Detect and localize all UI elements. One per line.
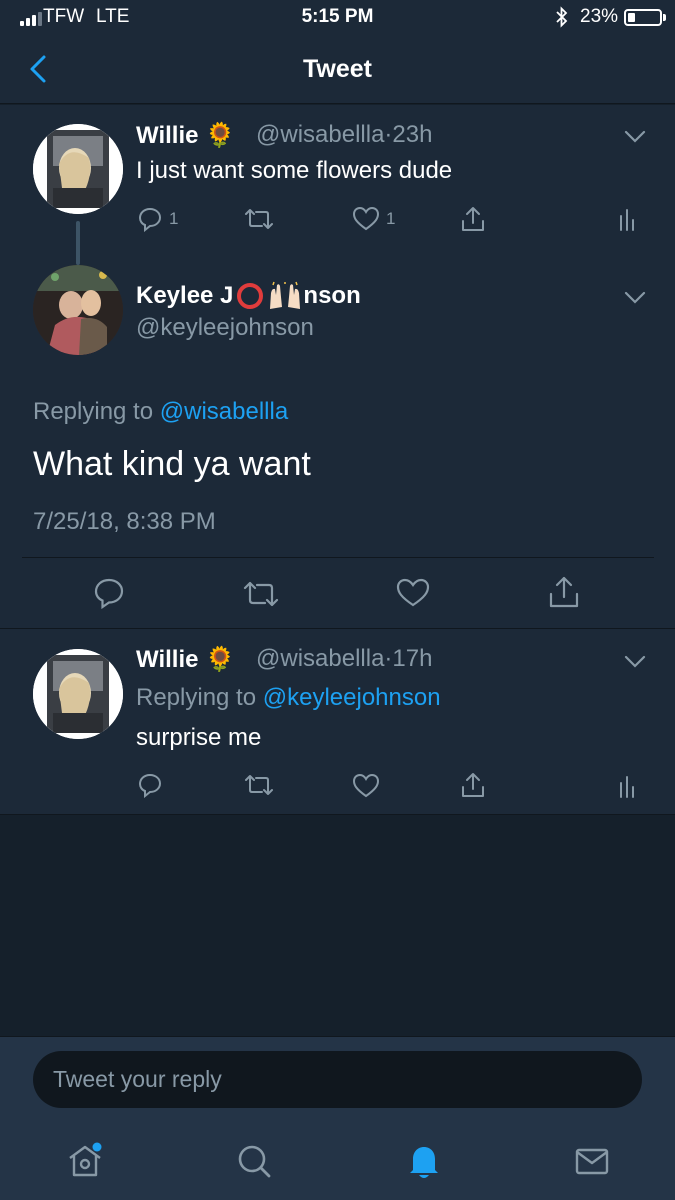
author-name-suffix[interactable]: nson — [303, 282, 360, 310]
analytics-icon[interactable] — [618, 773, 636, 799]
author-handle: @keyleejohnson — [136, 314, 314, 341]
main-tweet-text: What kind ya want — [33, 445, 311, 483]
like-button[interactable]: 1 — [352, 206, 395, 232]
red-circle-emoji — [237, 283, 264, 309]
bluetooth-icon — [556, 6, 568, 28]
retweet-button[interactable] — [244, 206, 274, 232]
thread-line — [76, 221, 80, 265]
home-icon[interactable] — [65, 1141, 105, 1181]
author-name[interactable]: Keylee J nson — [136, 281, 361, 311]
analytics-icon — [620, 209, 634, 231]
like-icon[interactable] — [396, 578, 430, 608]
reply-icon[interactable] — [137, 772, 163, 798]
notifications-icon[interactable] — [404, 1141, 444, 1181]
tweet-text: I just want some flowers dude — [136, 157, 453, 184]
battery-icon — [624, 9, 662, 26]
analytics-button[interactable] — [618, 206, 636, 232]
author-handle: @wisabellla·23h — [256, 121, 432, 149]
author-name[interactable]: Willie 🌻 — [136, 645, 235, 674]
reply-tweet[interactable]: Willie 🌻 @wisabellla·17h Replying to @ke… — [0, 629, 675, 814]
share-button[interactable] — [460, 205, 486, 233]
reply-button[interactable]: 1 — [137, 206, 178, 232]
conversation-card: Willie 🌻 @wisabellla·23h I just want som… — [0, 105, 675, 628]
replying-to: Replying to @wisabellla — [33, 398, 288, 426]
reply-count: 1 — [169, 209, 179, 228]
reply-icon[interactable] — [93, 577, 125, 609]
chevron-down-icon[interactable] — [624, 655, 646, 669]
like-icon[interactable] — [352, 773, 380, 799]
battery-percent: 23% — [580, 6, 619, 27]
status-time: 5:15 PM — [301, 6, 374, 27]
status-bar: TFW LTE 5:15 PM 23% — [0, 0, 675, 36]
retweet-icon[interactable] — [243, 579, 279, 609]
search-icon[interactable] — [234, 1141, 274, 1181]
avatar[interactable] — [33, 265, 123, 355]
sunflower-emoji: 🌻 — [205, 646, 236, 673]
chevron-down-icon[interactable] — [624, 291, 646, 305]
tweet-age: 17h — [392, 645, 433, 672]
tweet-text: surprise me — [136, 724, 262, 751]
share-icon — [462, 207, 484, 231]
retweet-icon — [245, 209, 273, 229]
share-icon[interactable] — [460, 771, 486, 799]
reply-composer — [0, 1036, 675, 1200]
battery-nub — [663, 14, 666, 21]
replying-to-link[interactable]: @keyleejohnson — [263, 684, 441, 711]
raised-hands-emoji — [270, 281, 301, 309]
author-name-prefix[interactable]: Keylee J — [136, 282, 233, 310]
replying-to: Replying to @keyleejohnson — [136, 684, 441, 712]
avatar[interactable] — [33, 649, 123, 739]
divider — [22, 557, 654, 558]
author-name-text[interactable]: Willie — [136, 122, 198, 149]
like-icon — [352, 206, 380, 231]
replying-label: Replying to — [136, 684, 257, 711]
reply-input[interactable] — [33, 1051, 642, 1108]
author-name-text[interactable]: Willie — [136, 646, 198, 673]
author-name[interactable]: Willie 🌻 — [136, 121, 235, 150]
handle-text: @wisabellla — [256, 121, 385, 148]
messages-icon[interactable] — [572, 1141, 612, 1181]
reply-icon — [138, 207, 162, 232]
replying-to-link[interactable]: @wisabellla — [160, 398, 288, 425]
avatar[interactable] — [33, 124, 123, 214]
tweet-age: 23h — [392, 121, 433, 148]
top-bar: TFW LTE 5:15 PM 23% Tweet — [0, 0, 675, 104]
tweet-timestamp: 7/25/18, 8:38 PM — [33, 508, 216, 535]
battery-level — [628, 13, 635, 22]
page-title: Tweet — [303, 55, 372, 83]
like-count: 1 — [386, 209, 396, 228]
share-icon[interactable] — [548, 575, 580, 609]
author-handle: @wisabellla·17h — [256, 645, 432, 673]
divider — [0, 814, 675, 815]
sunflower-emoji: 🌻 — [205, 122, 236, 149]
handle-text: @wisabellla — [256, 645, 385, 672]
chevron-down-icon[interactable] — [624, 130, 646, 144]
retweet-icon[interactable] — [244, 772, 274, 798]
replying-label: Replying to — [33, 398, 154, 425]
